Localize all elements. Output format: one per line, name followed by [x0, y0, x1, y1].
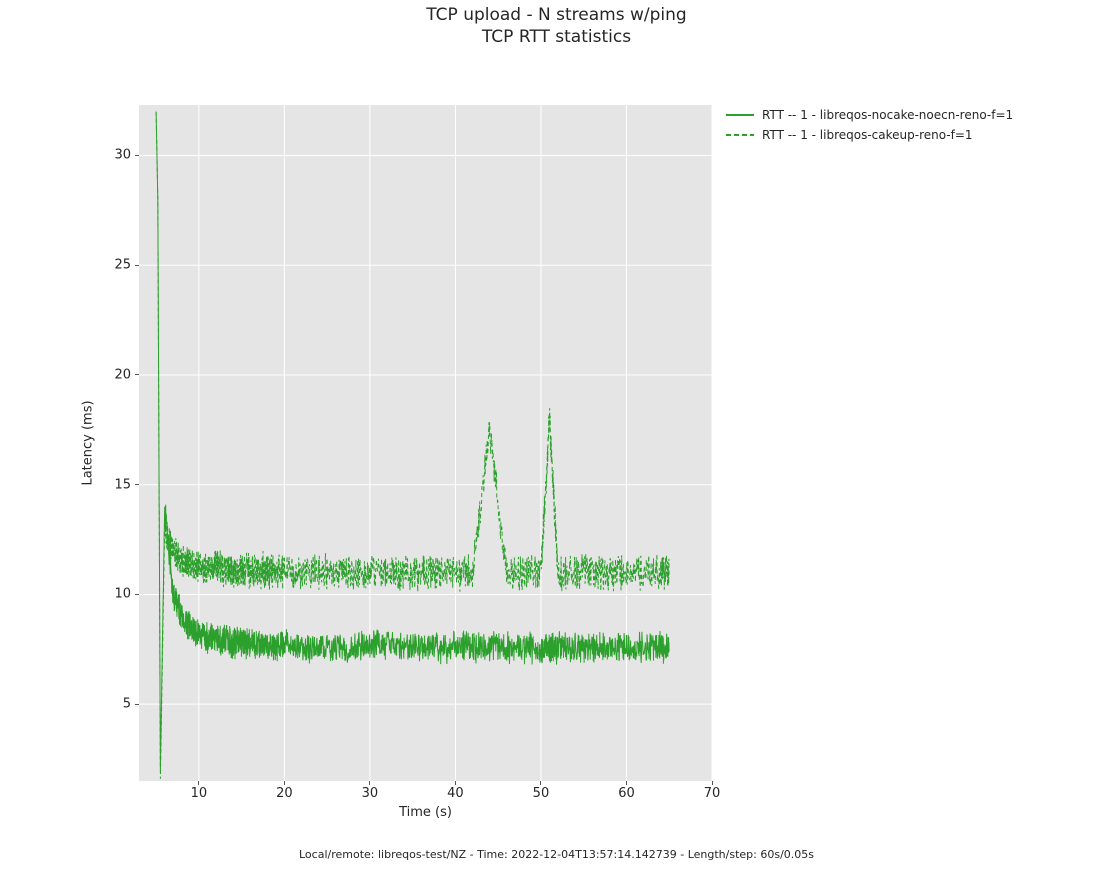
plot-area	[139, 105, 712, 781]
x-tick-mark	[369, 781, 370, 785]
x-tick-label: 70	[704, 786, 721, 801]
y-tick-label: 25	[114, 258, 131, 273]
x-tick-label: 50	[533, 786, 550, 801]
x-tick-mark	[198, 781, 199, 785]
plot-svg	[139, 105, 712, 781]
x-tick-mark	[540, 781, 541, 785]
y-tick-label: 5	[123, 697, 131, 712]
legend: RTT -- 1 - libreqos-nocake-noecn-reno-f=…	[726, 105, 1013, 145]
x-tick-label: 20	[276, 786, 293, 801]
x-tick-label: 30	[362, 786, 379, 801]
x-tick-mark	[455, 781, 456, 785]
x-tick-label: 60	[618, 786, 635, 801]
y-tick-label: 15	[114, 477, 131, 492]
chart-subtitle: TCP RTT statistics	[0, 26, 1113, 48]
x-tick-mark	[712, 781, 713, 785]
y-tick-label: 20	[114, 367, 131, 382]
chart-title: TCP upload - N streams w/ping	[0, 4, 1113, 26]
legend-entry: RTT -- 1 - libreqos-nocake-noecn-reno-f=…	[726, 105, 1013, 125]
title-block: TCP upload - N streams w/ping TCP RTT st…	[0, 4, 1113, 48]
x-tick-mark	[626, 781, 627, 785]
y-tick-mark	[135, 265, 139, 266]
legend-label: RTT -- 1 - libreqos-nocake-noecn-reno-f=…	[762, 108, 1013, 122]
series-line	[156, 112, 669, 770]
chart-footer: Local/remote: libreqos-test/NZ - Time: 2…	[0, 848, 1113, 861]
y-tick-mark	[135, 484, 139, 485]
y-tick-mark	[135, 374, 139, 375]
y-axis-label: Latency (ms)	[81, 400, 96, 485]
y-tick-label: 10	[114, 587, 131, 602]
y-tick-mark	[135, 704, 139, 705]
x-axis-label: Time (s)	[139, 805, 712, 820]
legend-entry: RTT -- 1 - libreqos-cakeup-reno-f=1	[726, 125, 1013, 145]
chart-figure: TCP upload - N streams w/ping TCP RTT st…	[0, 0, 1113, 877]
y-tick-mark	[135, 594, 139, 595]
legend-label: RTT -- 1 - libreqos-cakeup-reno-f=1	[762, 128, 973, 142]
legend-swatch-icon	[726, 108, 754, 122]
x-tick-label: 40	[447, 786, 464, 801]
x-tick-label: 10	[191, 786, 208, 801]
y-tick-label: 30	[114, 148, 131, 163]
y-tick-mark	[135, 155, 139, 156]
x-tick-mark	[284, 781, 285, 785]
legend-swatch-icon	[726, 128, 754, 142]
series-line	[156, 112, 669, 779]
